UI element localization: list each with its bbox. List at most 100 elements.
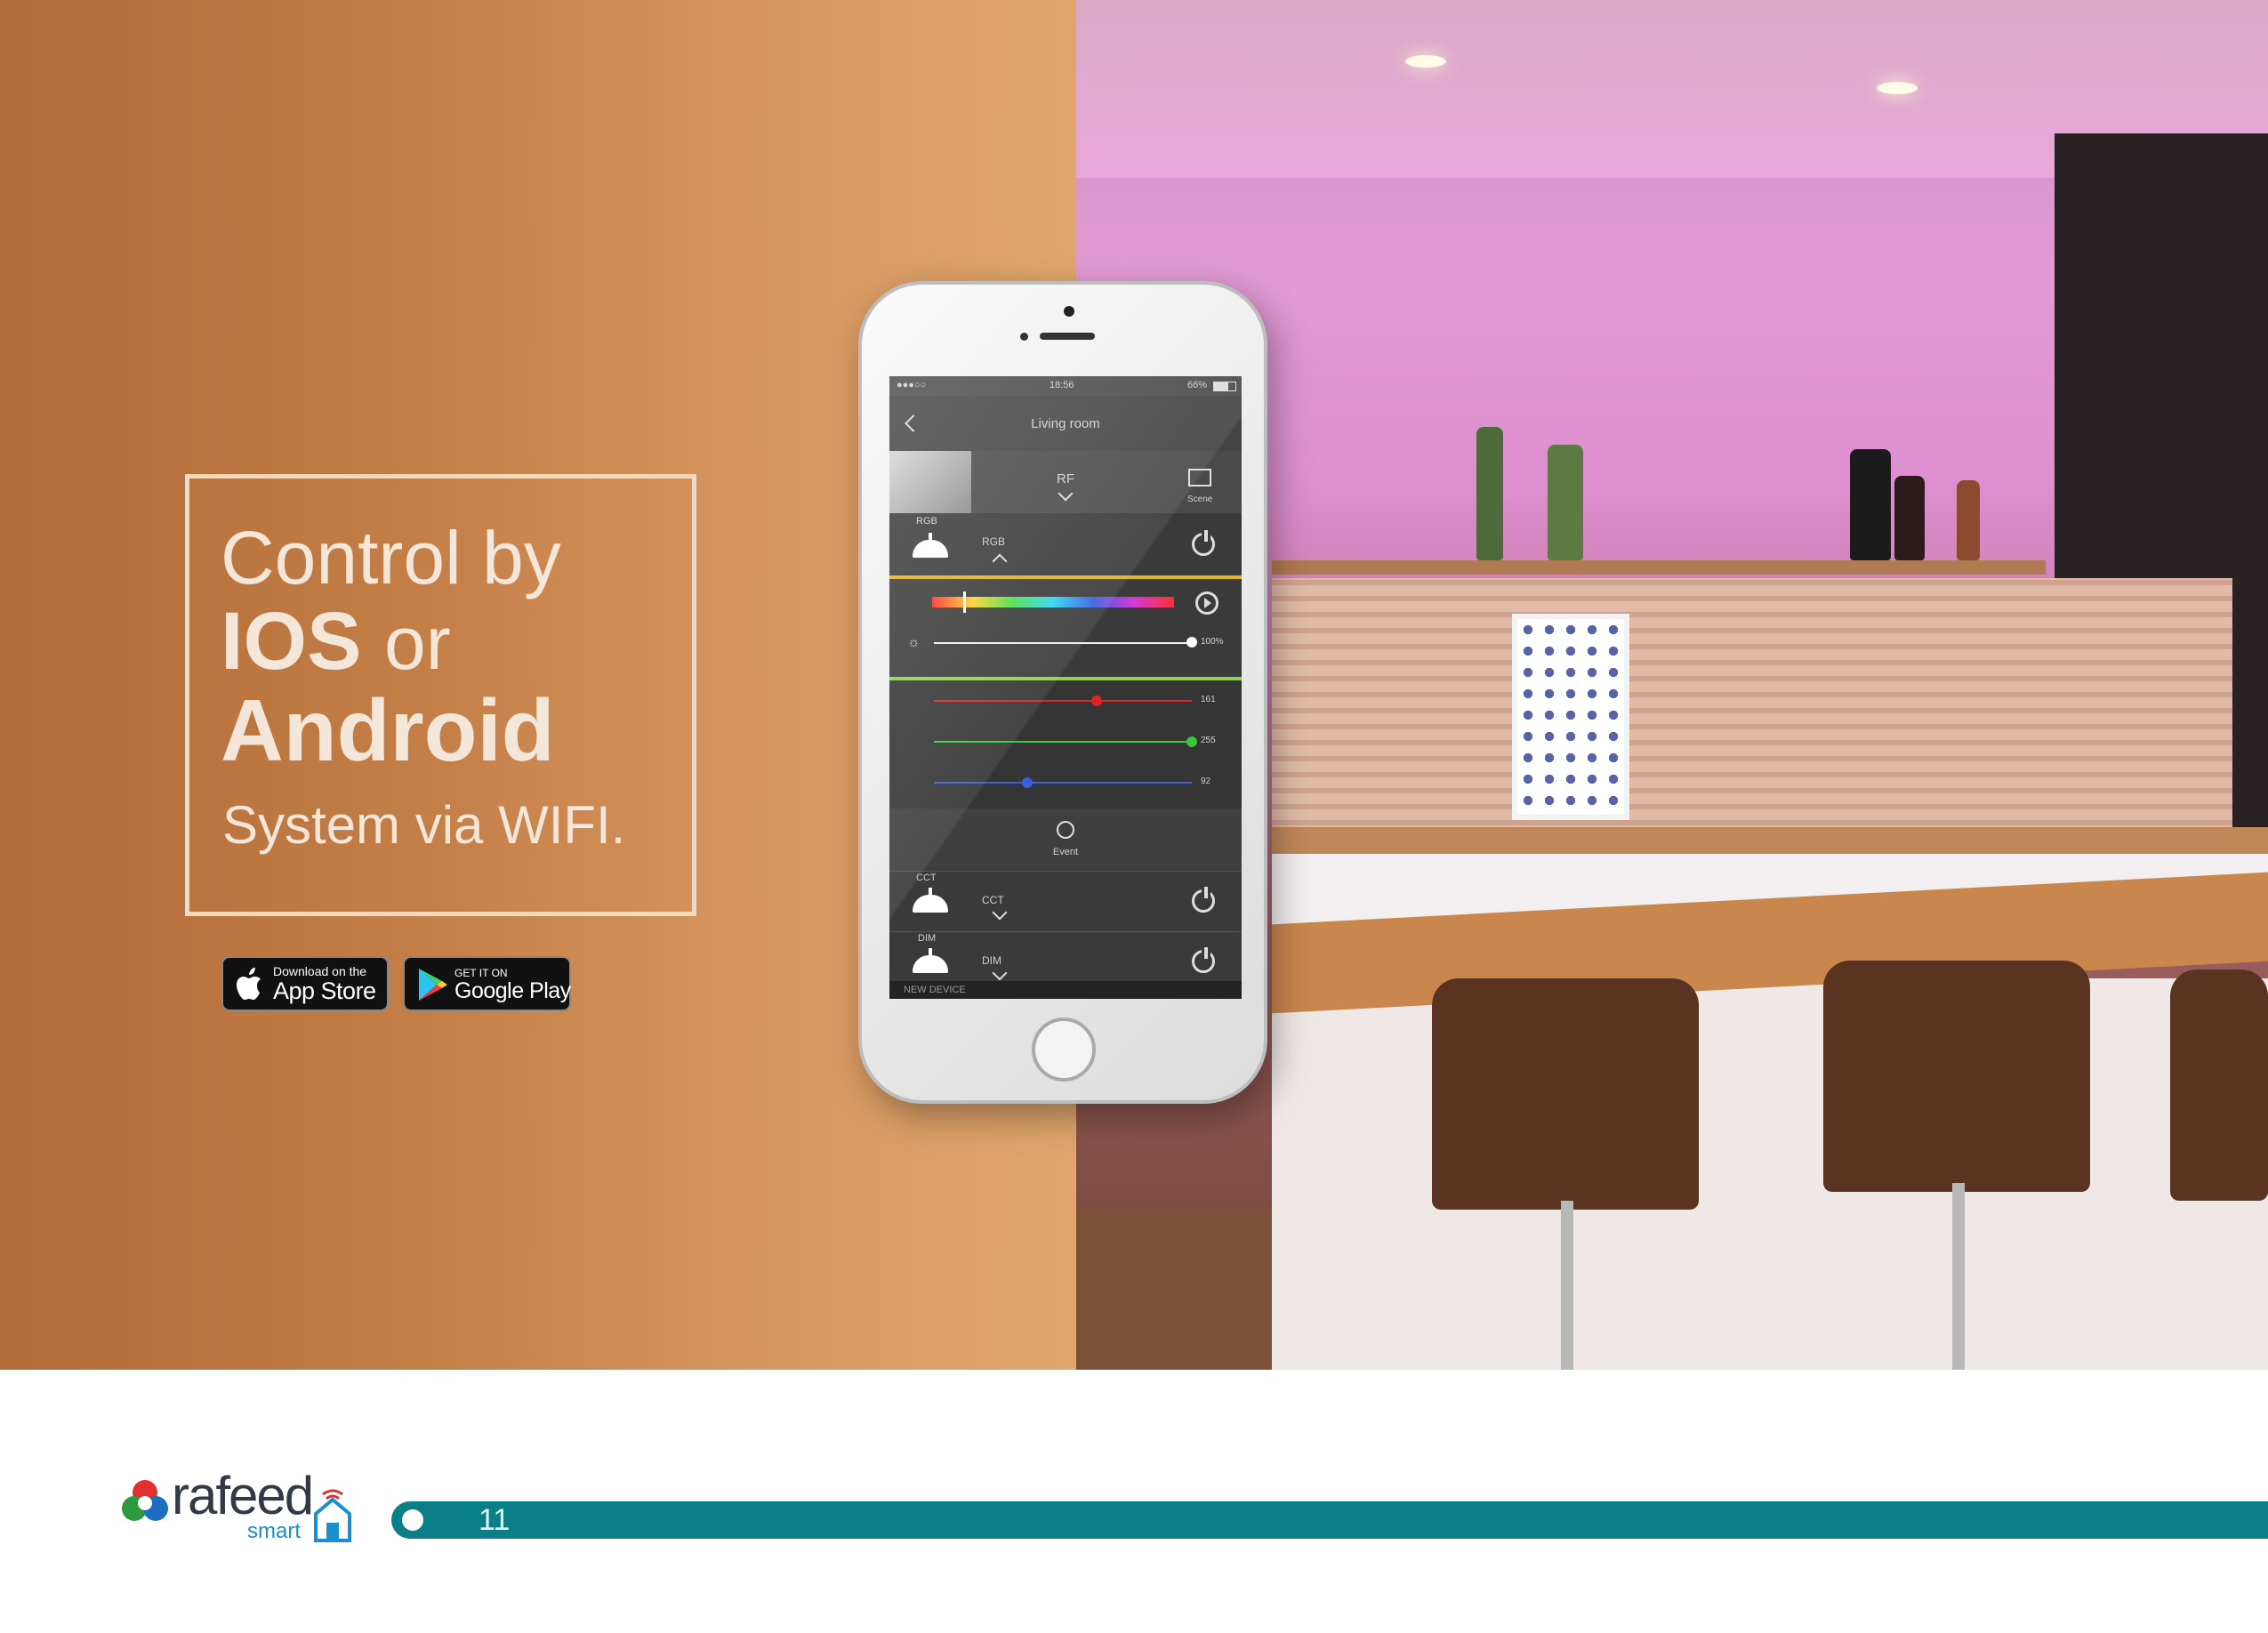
status-bar: ●●●○○ 18:56 66% xyxy=(889,376,1242,396)
status-time: 18:56 xyxy=(1050,380,1074,390)
wall-shelf xyxy=(1272,560,2046,575)
logo-mark-icon xyxy=(122,1480,168,1521)
event-bar: Event xyxy=(889,808,1242,871)
app-store-small-text: Download on the xyxy=(273,964,367,978)
brand-subtitle: smart xyxy=(247,1519,301,1543)
stool-leg xyxy=(1561,1201,1573,1370)
green-channel-handle[interactable] xyxy=(1186,736,1197,747)
google-play-big-text: Google Play xyxy=(454,978,571,1003)
page-number: 11 xyxy=(479,1503,511,1537)
ceiling-light xyxy=(1877,82,1918,94)
brand-name: rafeed xyxy=(172,1466,314,1525)
device-name: DIM xyxy=(982,954,1001,967)
battery-level: 66% xyxy=(1187,380,1208,390)
group-dropdown-icon[interactable] xyxy=(1058,486,1074,502)
group-bar: RF Scene xyxy=(889,451,1242,513)
stool-leg xyxy=(1952,1183,1965,1370)
kitchen-island xyxy=(1272,978,2268,1370)
bottle xyxy=(1957,480,1980,560)
rgb-sliders: 161 255 92 xyxy=(889,680,1242,808)
bar-stool xyxy=(1432,978,1699,1210)
apple-icon xyxy=(237,968,261,1000)
cactus-plant xyxy=(1476,427,1503,560)
blue-channel-slider[interactable] xyxy=(934,782,1192,784)
bar-stool xyxy=(2170,969,2268,1201)
expand-chevron-icon[interactable] xyxy=(992,905,1008,921)
timer-icon[interactable] xyxy=(1057,821,1074,839)
blue-channel-value: 92 xyxy=(1201,776,1211,786)
google-play-icon xyxy=(419,969,447,1001)
cactus-plant xyxy=(1548,445,1583,560)
brightness-value: 100% xyxy=(1201,637,1224,647)
lamp-icon xyxy=(913,540,948,558)
brightness-slider-handle[interactable] xyxy=(1186,637,1197,648)
headline-line-2: IOS or xyxy=(221,600,451,682)
device-name: RGB xyxy=(982,535,1006,548)
new-device-label[interactable]: NEW DEVICE xyxy=(904,985,966,995)
smartphone: ●●●○○ 18:56 66% Living room RF Scene RGB xyxy=(858,281,1267,1104)
device-tag: DIM xyxy=(918,933,937,944)
headline-android: Android xyxy=(221,681,555,779)
headline-line-1: Control by xyxy=(221,516,561,599)
headline-subtitle: System via WIFI. xyxy=(222,795,626,855)
app-screen: ●●●○○ 18:56 66% Living room RF Scene RGB xyxy=(889,376,1242,999)
front-camera xyxy=(1064,306,1074,317)
scene-label[interactable]: Scene xyxy=(1187,495,1212,504)
power-icon[interactable] xyxy=(1192,887,1215,913)
device-name: CCT xyxy=(982,894,1004,906)
hue-slider-handle[interactable] xyxy=(963,591,967,613)
lamp-icon xyxy=(913,955,948,973)
red-channel-slider[interactable] xyxy=(934,700,1192,702)
green-channel-value: 255 xyxy=(1201,736,1216,745)
green-channel-slider[interactable] xyxy=(934,741,1192,743)
app-header: Living room xyxy=(889,396,1242,451)
expand-chevron-icon[interactable] xyxy=(992,965,1008,981)
google-play-badge[interactable]: GET IT ON Google Play xyxy=(403,956,571,1011)
smart-home-icon xyxy=(314,1489,351,1542)
power-icon[interactable] xyxy=(1192,947,1215,973)
device-tag: RGB xyxy=(916,516,937,527)
google-play-small-text: GET IT ON xyxy=(454,967,508,979)
red-channel-handle[interactable] xyxy=(1091,696,1103,706)
headline-or: or xyxy=(384,601,451,685)
earpiece-speaker xyxy=(1040,333,1095,340)
home-button[interactable] xyxy=(1032,1018,1096,1082)
signal-icon: ●●●○○ xyxy=(897,380,927,390)
lamp-icon xyxy=(929,948,932,955)
tile-backsplash xyxy=(1272,578,2232,836)
ceiling-light xyxy=(1405,55,1446,68)
countertop xyxy=(1272,827,2268,854)
room-title: Living room xyxy=(1031,416,1100,431)
page-footer-bar: 11 xyxy=(391,1501,2268,1539)
battery-icon xyxy=(1213,382,1236,391)
bar-stool xyxy=(1823,961,2090,1192)
vase xyxy=(1894,476,1925,560)
blue-channel-handle[interactable] xyxy=(1021,777,1033,788)
lamp-icon xyxy=(913,895,948,913)
event-label[interactable]: Event xyxy=(889,848,1242,857)
play-triangle-icon xyxy=(1204,598,1211,608)
hue-slider[interactable] xyxy=(932,591,1174,613)
rafeed-smart-logo: rafeed smart xyxy=(120,1468,360,1548)
scene-icon[interactable] xyxy=(1188,469,1211,487)
vase xyxy=(1850,449,1891,560)
red-channel-value: 161 xyxy=(1201,695,1216,704)
headline-ios: IOS xyxy=(221,596,362,687)
dotted-picture-frame xyxy=(1512,614,1629,820)
device-tag: CCT xyxy=(916,873,937,883)
hero-banner: Control by IOS or Android System via WIF… xyxy=(0,0,2268,1370)
brightness-icon: ☼ xyxy=(907,635,921,650)
bullet-icon xyxy=(402,1509,423,1531)
app-store-big-text: App Store xyxy=(273,977,376,1004)
new-device-bar[interactable]: NEW DEVICE xyxy=(889,981,1242,999)
app-store-badge[interactable]: Download on the App Store xyxy=(221,956,389,1011)
power-icon[interactable] xyxy=(1192,530,1215,556)
device-row-cct: CCT CCT xyxy=(889,871,1242,932)
collapse-chevron-icon[interactable] xyxy=(992,553,1008,569)
brightness-slider[interactable] xyxy=(934,642,1192,644)
lamp-icon xyxy=(929,888,932,895)
proximity-sensor xyxy=(1020,333,1028,341)
lamp-icon xyxy=(929,533,932,540)
device-row-rgb: RGB RGB xyxy=(889,513,1242,575)
color-controls: ☼ 100% xyxy=(889,579,1242,677)
